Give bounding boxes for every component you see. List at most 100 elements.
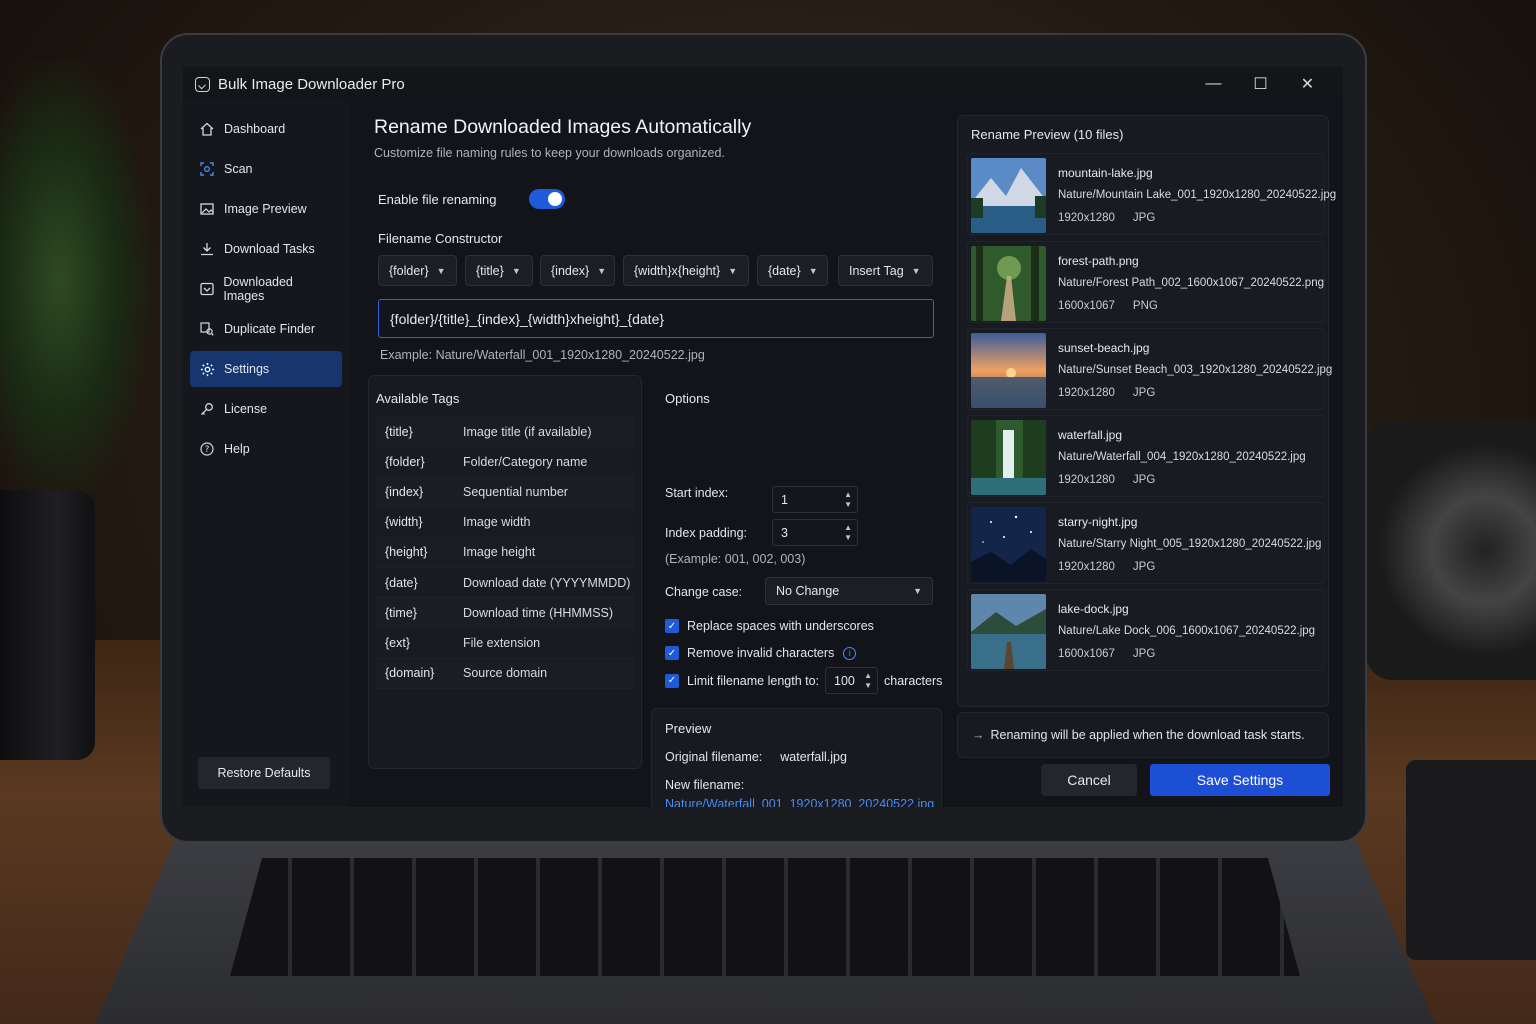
gear-icon [199, 361, 215, 377]
sidebar-item-downloaded-images[interactable]: Downloaded Images [190, 271, 342, 307]
index-padding-stepper[interactable]: 3 ▲ ▼ [772, 519, 858, 546]
stepper-arrows-icon[interactable]: ▲ ▼ [864, 671, 872, 691]
list-item[interactable]: forest-path.png Nature/Forest Path_002_1… [967, 241, 1325, 323]
sidebar-item-image-preview[interactable]: Image Preview [190, 191, 342, 227]
stepper-arrows-icon[interactable]: ▲ ▼ [844, 490, 852, 510]
start-index-label: Start index: [665, 486, 729, 500]
downloaded-icon [199, 281, 214, 297]
limit-length-unit: characters [884, 673, 943, 688]
replace-spaces-checkbox[interactable]: ✓ [665, 619, 679, 633]
enable-renaming-toggle[interactable] [529, 189, 565, 209]
close-button[interactable]: ✕ [1284, 67, 1331, 101]
scan-icon [199, 161, 215, 177]
replace-spaces-label: Replace spaces with underscores [687, 619, 874, 633]
filename-constructor-label: Filename Constructor [378, 231, 503, 246]
restore-defaults-button[interactable]: Restore Defaults [198, 757, 330, 789]
home-icon [199, 121, 215, 137]
table-row[interactable]: {ext} File extension [376, 628, 634, 659]
original-filename-value: waterfall.jpg [780, 750, 847, 764]
change-case-value: No Change [776, 584, 840, 598]
help-icon: ? [199, 441, 215, 457]
background-camera [1366, 420, 1536, 680]
list-item[interactable]: starry-night.jpg Nature/Starry Night_005… [967, 502, 1325, 584]
start-index-stepper[interactable]: 1 ▲ ▼ [772, 486, 858, 513]
table-row[interactable]: {folder} Folder/Category name [376, 447, 634, 478]
enable-renaming-label: Enable file renaming [378, 192, 497, 207]
sidebar-item-download-tasks[interactable]: Download Tasks [190, 231, 342, 267]
sidebar: Dashboard Scan Image Preview Download Ta… [183, 101, 349, 807]
filename-pattern-input[interactable]: {folder}/{title}_{index}_{width}xheight}… [378, 299, 934, 338]
waterfall-thumbnail [971, 420, 1046, 495]
sidebar-item-label: Scan [224, 162, 253, 176]
change-case-select[interactable]: No Change ▼ [765, 577, 933, 605]
info-icon[interactable]: i [843, 646, 857, 660]
app-logo-icon [195, 76, 210, 92]
new-filename-value[interactable]: Nature/Waterfall_001_1920x1280_20240522.… [665, 797, 934, 807]
list-item[interactable]: sunset-beach.jpg Nature/Sunset Beach_003… [967, 328, 1332, 410]
sidebar-item-label: Downloaded Images [223, 275, 293, 303]
svg-text:?: ? [205, 445, 210, 455]
sidebar-item-help[interactable]: ? Help [190, 431, 342, 467]
limit-length-checkbox[interactable]: ✓ [665, 673, 679, 688]
remove-invalid-option[interactable]: ✓ Remove invalid characters i [665, 646, 857, 660]
sidebar-item-duplicate-finder[interactable]: Duplicate Finder [190, 311, 342, 347]
key-icon [199, 401, 215, 417]
list-item[interactable]: lake-dock.jpg Nature/Lake Dock_006_1600x… [967, 589, 1325, 671]
minimize-button[interactable]: — [1190, 67, 1237, 101]
list-item[interactable]: waterfall.jpg Nature/Waterfall_004_1920x… [967, 415, 1325, 497]
sidebar-item-settings[interactable]: Settings [190, 351, 342, 387]
limit-length-option[interactable]: ✓ Limit filename length to: 100 ▲ ▼ chara… [665, 667, 942, 694]
sidebar-item-label: Image Preview [224, 202, 307, 216]
sidebar-item-label: Dashboard [224, 122, 286, 136]
replace-spaces-option[interactable]: ✓ Replace spaces with underscores [665, 619, 874, 633]
table-row[interactable]: {time} Download time (HHMMSS) [376, 598, 634, 629]
remove-invalid-label: Remove invalid characters [687, 646, 835, 660]
remove-invalid-checkbox[interactable]: ✓ [665, 646, 679, 660]
start-index-row: Start index: [665, 486, 728, 500]
limit-length-value: 100 [834, 673, 855, 688]
limit-length-label: Limit filename length to: [687, 673, 820, 688]
lake-dock-thumbnail [971, 594, 1046, 669]
insert-tag-dropdown[interactable]: Insert Tag ▼ [838, 255, 933, 286]
title-bar: Bulk Image Downloader Pro — ☐ ✕ [183, 67, 1343, 101]
chevron-down-icon: ▼ [728, 265, 738, 276]
table-row[interactable]: {title} Image title (if available) [376, 417, 634, 448]
duplicate-icon [199, 321, 215, 337]
table-row[interactable]: {width} Image width [376, 507, 634, 538]
options-title: Options [665, 391, 710, 406]
sidebar-item-scan[interactable]: Scan [190, 151, 342, 187]
tag-dropdown-date[interactable]: {date} ▼ [757, 255, 828, 286]
table-row[interactable]: {height} Image height [376, 537, 634, 568]
image-icon [199, 201, 215, 217]
list-item[interactable]: mountain-lake.jpg Nature/Mountain Lake_0… [967, 153, 1336, 235]
start-index-value: 1 [781, 492, 788, 507]
table-row[interactable]: {index} Sequential number [376, 477, 634, 508]
sidebar-item-label: Settings [224, 362, 270, 376]
limit-length-stepper[interactable]: 100 ▲ ▼ [825, 667, 879, 694]
tag-dropdown-title[interactable]: {title} ▼ [465, 255, 533, 286]
sidebar-item-license[interactable]: License [190, 391, 342, 427]
background-mug [0, 490, 95, 760]
stepper-arrows-icon[interactable]: ▲ ▼ [844, 523, 852, 543]
save-settings-button[interactable]: Save Settings [1150, 764, 1330, 796]
background-notebook [1406, 760, 1536, 960]
rename-notice-text: Renaming will be applied when the downlo… [990, 728, 1305, 742]
tag-dropdown-dimensions[interactable]: {width}x{height} ▼ [623, 255, 749, 286]
table-row[interactable]: {domain} Source domain [376, 658, 634, 689]
tag-dropdown-index[interactable]: {index} ▼ [540, 255, 615, 286]
index-padding-label: Index padding: [665, 526, 748, 540]
index-padding-row: Index padding: [665, 526, 747, 540]
sidebar-item-dashboard[interactable]: Dashboard [190, 111, 342, 147]
background-plant [0, 60, 150, 500]
change-case-label: Change case: [665, 585, 743, 599]
mountain-lake-thumbnail [971, 158, 1046, 233]
original-filename-label: Original filename: [665, 750, 763, 764]
rename-notice: → Renaming will be applied when the down… [957, 712, 1329, 758]
rename-settings-panel: Rename Downloaded Images Automatically C… [358, 101, 948, 807]
maximize-button[interactable]: ☐ [1237, 67, 1284, 101]
window-title: Bulk Image Downloader Pro [218, 75, 405, 93]
sidebar-item-label: Download Tasks [224, 242, 315, 256]
cancel-button[interactable]: Cancel [1041, 764, 1137, 796]
tag-dropdown-folder[interactable]: {folder} ▼ [378, 255, 457, 286]
table-row[interactable]: {date} Download date (YYYYMMDD) [376, 567, 634, 599]
